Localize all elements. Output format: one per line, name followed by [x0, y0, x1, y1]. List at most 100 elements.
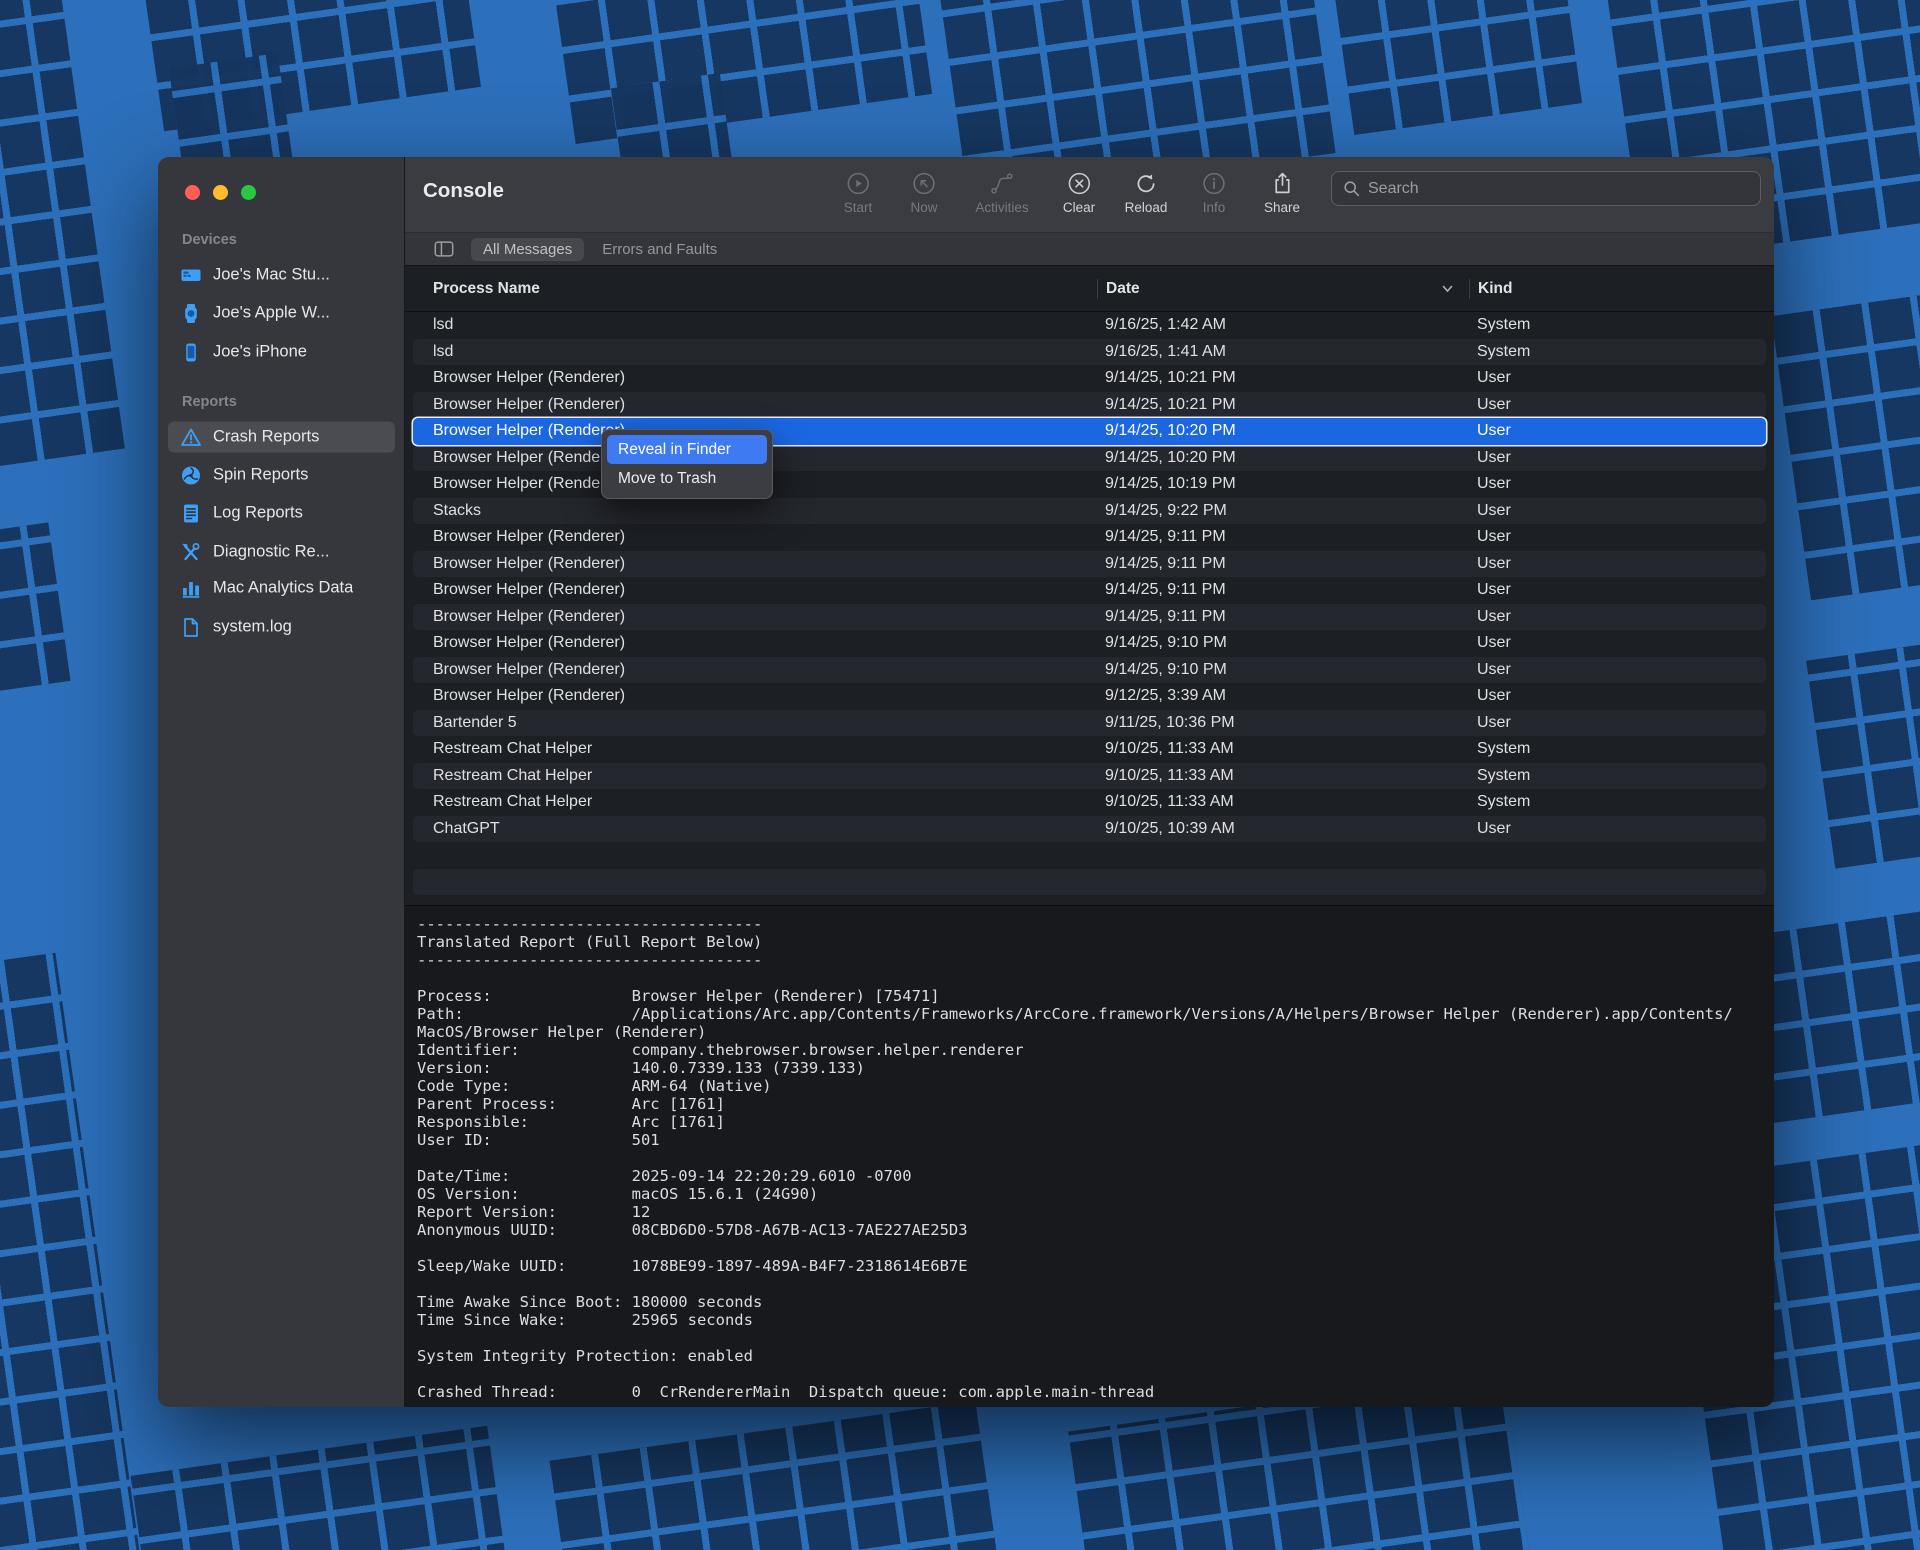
table-row[interactable]: Browser Helper (Renderer)9/14/25, 9:10 P…: [413, 630, 1766, 657]
now-button[interactable]: Now: [910, 171, 937, 215]
sidebar-item-label: Mac Analytics Data: [213, 579, 353, 598]
sidebar-item-joes-apple-watch[interactable]: Joe's Apple W...: [168, 298, 395, 329]
mac-icon: [180, 264, 202, 286]
table-row[interactable]: Restream Chat Helper9/10/25, 11:33 AMSys…: [413, 789, 1766, 816]
sidebar-item-diagnostic-reports[interactable]: Diagnostic Re...: [168, 537, 395, 568]
console-window: Devices Joe's Mac Stu... Joe's Apple W..…: [158, 157, 1774, 1407]
close-window-button[interactable]: [185, 185, 200, 200]
background-pattern-block: [1328, 0, 1582, 135]
table-row[interactable]: Stacks9/14/25, 9:22 PMUser: [413, 498, 1766, 525]
table-row[interactable]: Browser Helper (Renderer)9/14/25, 10:21 …: [413, 392, 1766, 419]
tab-strip: All Messages Errors and Faults: [405, 232, 1774, 265]
background-pattern-block: [548, 0, 932, 144]
background-pattern-block: [0, 953, 143, 1550]
cell-process: Restream Chat Helper: [413, 740, 1097, 758]
info-button-label: Info: [1203, 200, 1226, 215]
sidebar-toggle-icon[interactable]: [433, 238, 455, 260]
tab-errors-and-faults[interactable]: Errors and Faults: [590, 238, 729, 261]
cell-date: 9/14/25, 9:10 PM: [1097, 634, 1477, 652]
sidebar-section-devices: Devices: [182, 232, 237, 248]
share-button[interactable]: Share: [1264, 171, 1300, 215]
cell-kind: User: [1477, 449, 1766, 467]
sidebar-item-joes-mac[interactable]: Joe's Mac Stu...: [168, 260, 395, 291]
toolbar: Console Start Now Activities Clear: [405, 157, 1774, 232]
sidebar-item-crash-reports[interactable]: Crash Reports: [168, 422, 395, 453]
column-header-date-label: Date: [1106, 280, 1140, 298]
cell-kind: User: [1477, 634, 1766, 652]
sidebar-item-spin-reports[interactable]: Spin Reports: [168, 460, 395, 491]
cell-kind: User: [1477, 661, 1766, 679]
menu-item-reveal-in-finder[interactable]: Reveal in Finder: [607, 435, 767, 464]
table-row[interactable]: Restream Chat Helper9/10/25, 11:33 AMSys…: [413, 736, 1766, 763]
clear-button-label: Clear: [1063, 200, 1095, 215]
cell-date: 9/14/25, 9:22 PM: [1097, 502, 1477, 520]
cell-process: Restream Chat Helper: [413, 767, 1097, 785]
cell-kind: System: [1477, 793, 1766, 811]
reload-circular-arrow-icon: [1134, 171, 1159, 196]
start-button[interactable]: Start: [844, 171, 873, 215]
page-title: Console: [423, 179, 504, 203]
sidebar: Devices Joe's Mac Stu... Joe's Apple W..…: [158, 157, 405, 1407]
sidebar-item-log-reports[interactable]: Log Reports: [168, 498, 395, 529]
cell-process: Browser Helper (Renderer): [413, 634, 1097, 652]
table-row[interactable]: Restream Chat Helper9/10/25, 11:33 AMSys…: [413, 763, 1766, 790]
cell-kind: System: [1477, 316, 1766, 334]
zoom-window-button[interactable]: [241, 185, 256, 200]
background-pattern-block: [0, 522, 71, 697]
crash-report-text: ------------------------------------- Tr…: [417, 915, 1772, 1401]
info-button[interactable]: Info: [1202, 171, 1227, 215]
table-row[interactable]: Browser Helper (Renderer)9/14/25, 9:11 P…: [413, 551, 1766, 578]
table-row[interactable]: Browser Helper (Renderer)9/12/25, 3:39 A…: [413, 683, 1766, 710]
cell-date: 9/10/25, 11:33 AM: [1097, 793, 1477, 811]
share-box-arrow-icon: [1270, 171, 1295, 196]
table-row[interactable]: Browser Helper (Renderer)9/14/25, 10:21 …: [413, 365, 1766, 392]
clear-button[interactable]: Clear: [1063, 171, 1095, 215]
cell-process: lsd: [413, 316, 1097, 334]
cell-kind: System: [1477, 740, 1766, 758]
column-header-kind[interactable]: Kind: [1469, 279, 1774, 299]
column-header-process-name[interactable]: Process Name: [405, 279, 1097, 299]
cell-process: Restream Chat Helper: [413, 793, 1097, 811]
iphone-icon: [180, 341, 202, 363]
column-header-date[interactable]: Date: [1097, 279, 1469, 299]
cell-date: 9/14/25, 10:21 PM: [1097, 396, 1477, 414]
cell-date: 9/14/25, 10:21 PM: [1097, 369, 1477, 387]
sidebar-item-mac-analytics-data[interactable]: Mac Analytics Data: [168, 573, 395, 604]
tab-all-messages[interactable]: All Messages: [471, 238, 584, 261]
menu-item-move-to-trash[interactable]: Move to Trash: [607, 464, 767, 493]
search-input[interactable]: [1368, 180, 1750, 198]
minimize-window-button[interactable]: [213, 185, 228, 200]
desktop: Devices Joe's Mac Stu... Joe's Apple W..…: [0, 0, 1920, 1550]
now-button-label: Now: [910, 200, 937, 215]
table-row[interactable]: ChatGPT9/10/25, 10:39 AMUser: [413, 816, 1766, 843]
table-row[interactable]: lsd9/16/25, 1:41 AMSystem: [413, 339, 1766, 366]
table-row[interactable]: Browser Helper (Renderer)9/14/25, 9:11 P…: [413, 577, 1766, 604]
background-pattern-block: [0, 0, 125, 467]
table-row[interactable]: Browser Helper (Renderer)9/14/25, 9:11 P…: [413, 604, 1766, 631]
cell-kind: User: [1477, 608, 1766, 626]
table-row[interactable]: Browser Helper (Renderer)9/14/25, 9:11 P…: [413, 524, 1766, 551]
cell-date: 9/12/25, 3:39 AM: [1097, 687, 1477, 705]
report-pane: ------------------------------------- Tr…: [405, 905, 1774, 1407]
tools-icon: [180, 541, 202, 563]
sidebar-item-system-log[interactable]: system.log: [168, 612, 395, 643]
cell-kind: User: [1477, 475, 1766, 493]
sidebar-item-label: Joe's Mac Stu...: [213, 266, 330, 285]
activities-button-label: Activities: [975, 200, 1028, 215]
activities-button[interactable]: Activities: [975, 171, 1028, 215]
table-rows: lsd9/16/25, 1:42 AMSystemlsd9/16/25, 1:4…: [413, 312, 1766, 895]
message-table: Process Name Date Kind lsd9/16/25, 1:42 …: [405, 265, 1774, 905]
table-row[interactable]: Browser Helper (Renderer)9/14/25, 9:10 P…: [413, 657, 1766, 684]
cell-process: Browser Helper (Renderer): [413, 555, 1097, 573]
table-row[interactable]: Bartender 59/11/25, 10:36 PMUser: [413, 710, 1766, 737]
search-field[interactable]: [1331, 171, 1761, 206]
cell-date: 9/14/25, 10:20 PM: [1097, 422, 1477, 440]
sidebar-item-label: Spin Reports: [213, 466, 308, 485]
cell-process: Browser Helper (Renderer): [413, 528, 1097, 546]
sidebar-item-joes-iphone[interactable]: Joe's iPhone: [168, 337, 395, 368]
cell-date: 9/10/25, 11:33 AM: [1097, 740, 1477, 758]
table-row[interactable]: lsd9/16/25, 1:42 AMSystem: [413, 312, 1766, 339]
reload-button[interactable]: Reload: [1125, 171, 1168, 215]
file-icon: [180, 616, 202, 638]
apple-watch-icon: [180, 302, 202, 324]
